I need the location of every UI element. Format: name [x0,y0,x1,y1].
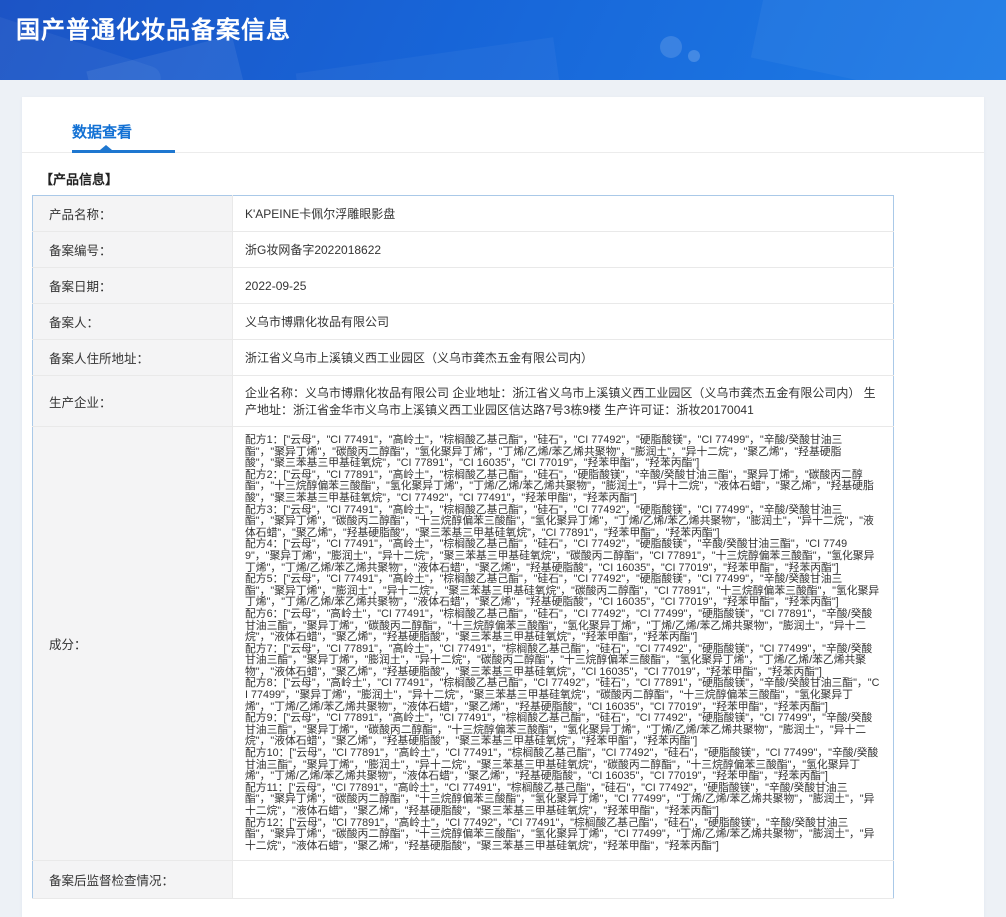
tab-bar: 数据查看 [22,97,984,153]
banner-decoration-dot [688,50,700,62]
table-row: 备案日期： 2022-09-25 [32,267,894,304]
row-label: 产品名称： [32,195,233,232]
active-tab-pointer-icon [100,145,112,150]
row-label: 备案编号： [32,231,233,268]
formula-line: 配方7：["云母"，"CI 77891"，"高岭土"，"CI 77491"，"棕… [245,642,873,678]
section-title-product-info: 【产品信息】 [40,172,119,187]
row-label: 备案后监督检查情况： [32,860,233,900]
row-label: 备案人住所地址： [32,339,233,376]
row-value: 浙G妆网备字2022018622 [232,231,894,268]
banner-decoration [750,0,1006,80]
tab-data-view-label: 数据查看 [72,124,133,141]
active-tab-underline [72,145,175,153]
formula-line: 配方6：["云母"，"高岭土"，"CI 77491"，"棕榈酸乙基己酯"，"硅石… [245,607,873,644]
banner-decoration-dot [660,36,682,58]
product-info-table: 产品名称： K'APEINE卡佩尔浮雕眼影盘 备案编号： 浙G妆网备字20220186… [32,195,894,900]
row-value [232,860,894,900]
row-value: 浙江省义乌市上溪镇义西工业园区（义乌市龚杰五金有限公司内） [232,339,894,376]
table-row: 成分： 配方1：["云母"，"CI 77491"，"高岭土"，"棕榈酸乙基己酯"，… [32,426,894,862]
formula-line: 配方4：["云母"，"CI 77491"，"高岭土"，"棕榈酸乙基己酯"，"硅石… [245,538,875,574]
formula-line: 配方11：["云母"，"CI 77891"，"高岭土"，"CI 77491"，"… [245,781,875,817]
table-row: 备案人住所地址： 浙江省义乌市上溪镇义西工业园区（义乌市龚杰五金有限公司内） [32,339,894,376]
table-row: 产品名称： K'APEINE卡佩尔浮雕眼影盘 [32,195,894,232]
row-value: 义乌市博鼎化妆品有限公司 [232,303,894,340]
row-value: 2022-09-25 [232,267,894,304]
formula-line: 配方2：["云母"，"CI 77891"，"高岭土"，"棕榈酸乙基己酯"，"硅石… [245,468,874,504]
formula-line: 配方12：["云母"，"CI 77891"，"高岭土"，"CI 77492"，"… [245,816,875,852]
table-row: 备案后监督检查情况： [32,860,894,900]
formula-line: 配方8：["云母"，"高岭土"，"CI 77491"，"棕榈酸乙基己酯"，"CI… [245,677,880,713]
banner-decoration [295,37,565,80]
row-label: 成分： [32,426,233,862]
formula-line: 配方1：["云母"，"CI 77491"，"高岭土"，"棕榈酸乙基己酯"，"硅石… [245,434,843,470]
page-banner: 国产普通化妆品备案信息 [0,0,1006,80]
table-row: 生产企业： 企业名称：义乌市博鼎化妆品有限公司 企业地址：浙江省义乌市上溪镇义西工… [32,375,894,427]
product-info-table-body: 产品名称： K'APEINE卡佩尔浮雕眼影盘 备案编号： 浙G妆网备字20220186… [32,195,894,900]
content-card: 数据查看 【产品信息】 产品名称： K'APEINE卡佩尔浮雕眼影盘 备案编号： 浙G… [22,97,984,917]
formula-line: 配方9：["云母"，"CI 77891"，"高岭土"，"CI 77491"，"棕… [245,712,873,748]
row-value: 配方1：["云母"，"CI 77491"，"高岭土"，"棕榈酸乙基己酯"，"硅石… [232,426,894,862]
formula-line: 配方5：["云母"，"CI 77491"，"高岭土"，"棕榈酸乙基己酯"，"硅石… [245,573,880,609]
formula-line: 配方10：["云母"，"CI 77891"，"高岭土"，"CI 77491"，"… [245,747,879,783]
row-value: 企业名称：义乌市博鼎化妆品有限公司 企业地址：浙江省义乌市上溪镇义西工业园区（义… [232,375,894,427]
row-value: K'APEINE卡佩尔浮雕眼影盘 [232,195,894,232]
row-label: 生产企业： [32,375,233,427]
row-label: 备案日期： [32,267,233,304]
formula-line: 配方3：["云母"，"CI 77491"，"高岭土"，"棕榈酸乙基己酯"，"硅石… [245,503,874,539]
table-row: 备案编号： 浙G妆网备字2022018622 [32,231,894,268]
table-row: 备案人： 义乌市博鼎化妆品有限公司 [32,303,894,340]
row-label: 备案人： [32,303,233,340]
page-title: 国产普通化妆品备案信息 [16,17,291,44]
